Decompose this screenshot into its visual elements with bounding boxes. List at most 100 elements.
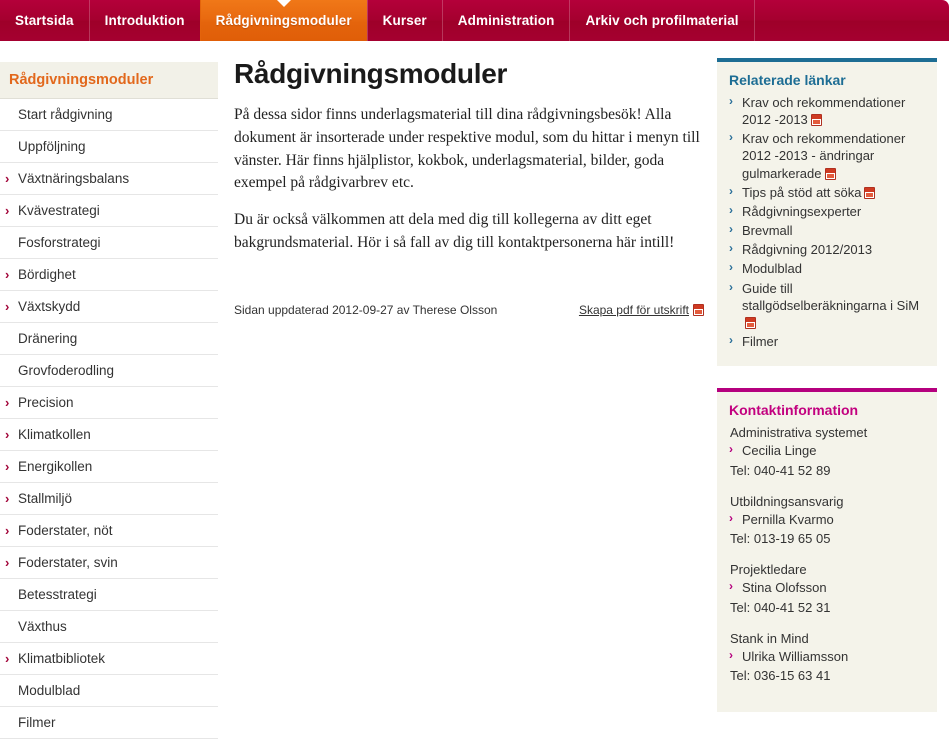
contact-name-label: Ulrika Williamsson [742, 648, 849, 664]
sidebar-item-label: Klimatbibliotek [18, 651, 106, 666]
create-pdf-link[interactable]: Skapa pdf för utskrift [579, 303, 704, 317]
contact-telephone: Tel: 040-41 52 31 [730, 599, 831, 615]
chevron-right-icon: › [729, 130, 733, 145]
chevron-right-icon: › [729, 260, 733, 275]
nav-filler [753, 0, 949, 41]
paragraph: På dessa sidor finns underlagsmaterial t… [234, 106, 700, 192]
sidebar-item-label: Precision [18, 395, 74, 410]
contact-role: Utbildningsansvarig [730, 493, 844, 509]
right-sidebar: Relaterade länkar › Krav och rekommendati… [717, 58, 937, 734]
sidebar-item[interactable]: › Precision [0, 387, 218, 419]
related-link-label: Krav och rekommendationer 2012 -2013 [742, 95, 906, 128]
chevron-right-icon: › [5, 523, 10, 538]
chevron-right-icon: › [5, 427, 10, 442]
contact-group: Utbildningsansvarig › Pernilla Kvarmo Tel: … [729, 493, 925, 549]
sidebar-item[interactable]: Start rådgivning [0, 99, 218, 131]
related-link[interactable]: › Filmer [729, 333, 925, 350]
contact-info-body: Kontaktinformation Administrativa system… [717, 392, 937, 713]
sidebar-item[interactable]: › Energikollen [0, 451, 218, 483]
contact-name-label: Stina Olofsson [742, 580, 827, 596]
chevron-right-icon: › [729, 94, 733, 108]
contact-name-link[interactable]: › Pernilla Kvarmo [729, 511, 925, 528]
sidebar-item[interactable]: › Foderstater, svin [0, 547, 218, 579]
sidebar-item-label: Stallmiljö [18, 491, 73, 506]
contact-telephone: Tel: 036-15 63 41 [730, 668, 831, 684]
contact-name-label: Cecilia Linge [742, 443, 817, 459]
pdf-icon [810, 114, 822, 127]
sidebar-item-label: Växtskydd [18, 299, 81, 314]
contact-name-link[interactable]: › Ulrika Williamsson [729, 648, 925, 665]
related-link[interactable]: › Krav och rekommendationer 2012 -2013 - … [729, 130, 925, 181]
related-link-label: Modulblad [742, 261, 802, 277]
sidebar-item[interactable]: › Stallmiljö [0, 483, 218, 515]
contact-list: Administrativa systemet › Cecilia Linge Tel… [729, 424, 925, 685]
sidebar-item-label: Uppföljning [18, 139, 86, 154]
pdf-icon [693, 303, 704, 316]
sidebar-item[interactable]: › Klimatbibliotek [0, 643, 218, 675]
related-link[interactable]: › Krav och rekommendationer 2012 -2013 [729, 94, 925, 128]
chevron-right-icon: › [729, 510, 733, 525]
chevron-right-icon: › [729, 579, 733, 594]
related-link[interactable]: › Tips på stöd att söka [729, 184, 925, 201]
sidebar-item[interactable]: Dränering [0, 323, 218, 355]
contact-role: Stank in Mind [730, 630, 809, 646]
sidebar-item[interactable]: › Foderstater, nöt [0, 515, 218, 547]
contact-name-link[interactable]: › Stina Olofsson [729, 579, 925, 596]
nav-item-2[interactable]: Rådgivningsmoduler [199, 0, 367, 41]
sidebar-item[interactable]: Växthus [0, 611, 218, 643]
page-meta-bar: Sidan uppdaterad 2012-09-27 av Therese O… [234, 303, 704, 317]
related-link-label: Brevmall [742, 223, 793, 239]
sidebar-item-label: Foderstater, svin [18, 555, 118, 570]
chevron-right-icon: › [729, 442, 733, 457]
related-links-panel: Relaterade länkar › Krav och rekommendati… [717, 58, 937, 367]
sidebar-item[interactable]: Betesstrategi [0, 579, 218, 611]
chevron-right-icon: › [5, 299, 10, 314]
sidebar-item[interactable]: Filmer [0, 707, 218, 739]
main-navigation: Startsida Introduktion Rådgivningsmoduler K… [0, 0, 949, 41]
sidebar-item-label: Klimatkollen [18, 427, 91, 442]
sidebar-item-label: Betesstrategi [18, 587, 97, 602]
related-link[interactable]: › Brevmall [729, 222, 925, 239]
chevron-right-icon: › [5, 203, 10, 218]
related-links-list: › Krav och rekommendationer 2012 -2013 › Kr… [729, 94, 925, 350]
chevron-right-icon: › [5, 555, 10, 570]
page-updated-text: Sidan uppdaterad 2012-09-27 av Therese O… [234, 302, 498, 317]
nav-item-0[interactable]: Startsida [0, 0, 89, 41]
sidebar-item-label: Energikollen [18, 459, 93, 474]
related-link[interactable]: › Rådgivning 2012/2013 [729, 241, 925, 258]
chevron-right-icon: › [729, 333, 733, 348]
sidebar-item-label: Modulblad [18, 683, 81, 698]
related-link[interactable]: › Rådgivningsexperter [729, 203, 925, 220]
chevron-right-icon: › [729, 647, 733, 662]
sidebar-item[interactable]: Grovfoderodling [0, 355, 218, 387]
nav-item-1[interactable]: Introduktion [88, 0, 200, 41]
sidebar-item[interactable]: › Bördighet [0, 259, 218, 291]
sidebar-item[interactable]: › Kvävestrategi [0, 195, 218, 227]
sidebar-item-label: Grovfoderodling [18, 363, 115, 378]
sidebar-item[interactable]: › Klimatkollen [0, 419, 218, 451]
chevron-right-icon: › [5, 651, 10, 666]
related-link-label: Filmer [742, 334, 779, 350]
contact-role: Administrativa systemet [730, 425, 868, 441]
sidebar-item[interactable]: Uppföljning [0, 131, 218, 163]
chevron-right-icon: › [5, 267, 10, 282]
sidebar-item[interactable]: › Växtskydd [0, 291, 218, 323]
sidebar-item[interactable]: Modulblad [0, 675, 218, 707]
sidebar-item-label: Start rådgivning [18, 107, 113, 122]
nav-item-3[interactable]: Kurser [366, 0, 442, 41]
contact-info-title: Kontaktinformation [729, 402, 859, 419]
nav-item-5[interactable]: Arkiv och profilmaterial [569, 0, 753, 41]
sidebar-item[interactable]: Fosforstrategi [0, 227, 218, 259]
related-link[interactable]: › Guide till stallgödselberäkningarna i S… [729, 280, 925, 331]
sidebar-item[interactable]: › Växtnäringsbalans [0, 163, 218, 195]
contact-name-link[interactable]: › Cecilia Linge [729, 442, 925, 459]
contact-group: Administrativa systemet › Cecilia Linge Tel… [729, 424, 925, 480]
sidebar-item-label: Bördighet [18, 267, 76, 282]
sidebar-header: Rådgivningsmoduler [0, 62, 218, 99]
nav-item-4[interactable]: Administration [441, 0, 570, 41]
pdf-icon [745, 316, 756, 329]
related-link[interactable]: › Modulblad [729, 260, 925, 277]
sidebar-item-label: Dränering [18, 331, 78, 346]
sidebar-item-label: Foderstater, nöt [18, 523, 113, 538]
chevron-right-icon: › [5, 395, 10, 410]
